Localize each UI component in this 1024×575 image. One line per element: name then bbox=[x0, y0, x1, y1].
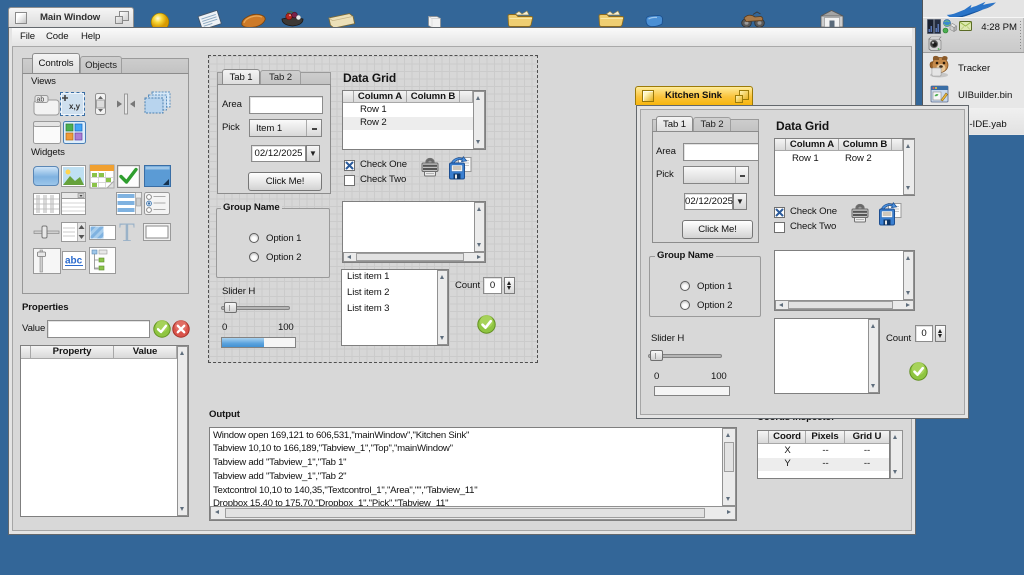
svg-text:x,y: x,y bbox=[69, 102, 81, 111]
svg-text:T: T bbox=[119, 219, 135, 245]
svg-text:abc: abc bbox=[65, 256, 83, 267]
svg-text:ab: ab bbox=[37, 97, 45, 104]
